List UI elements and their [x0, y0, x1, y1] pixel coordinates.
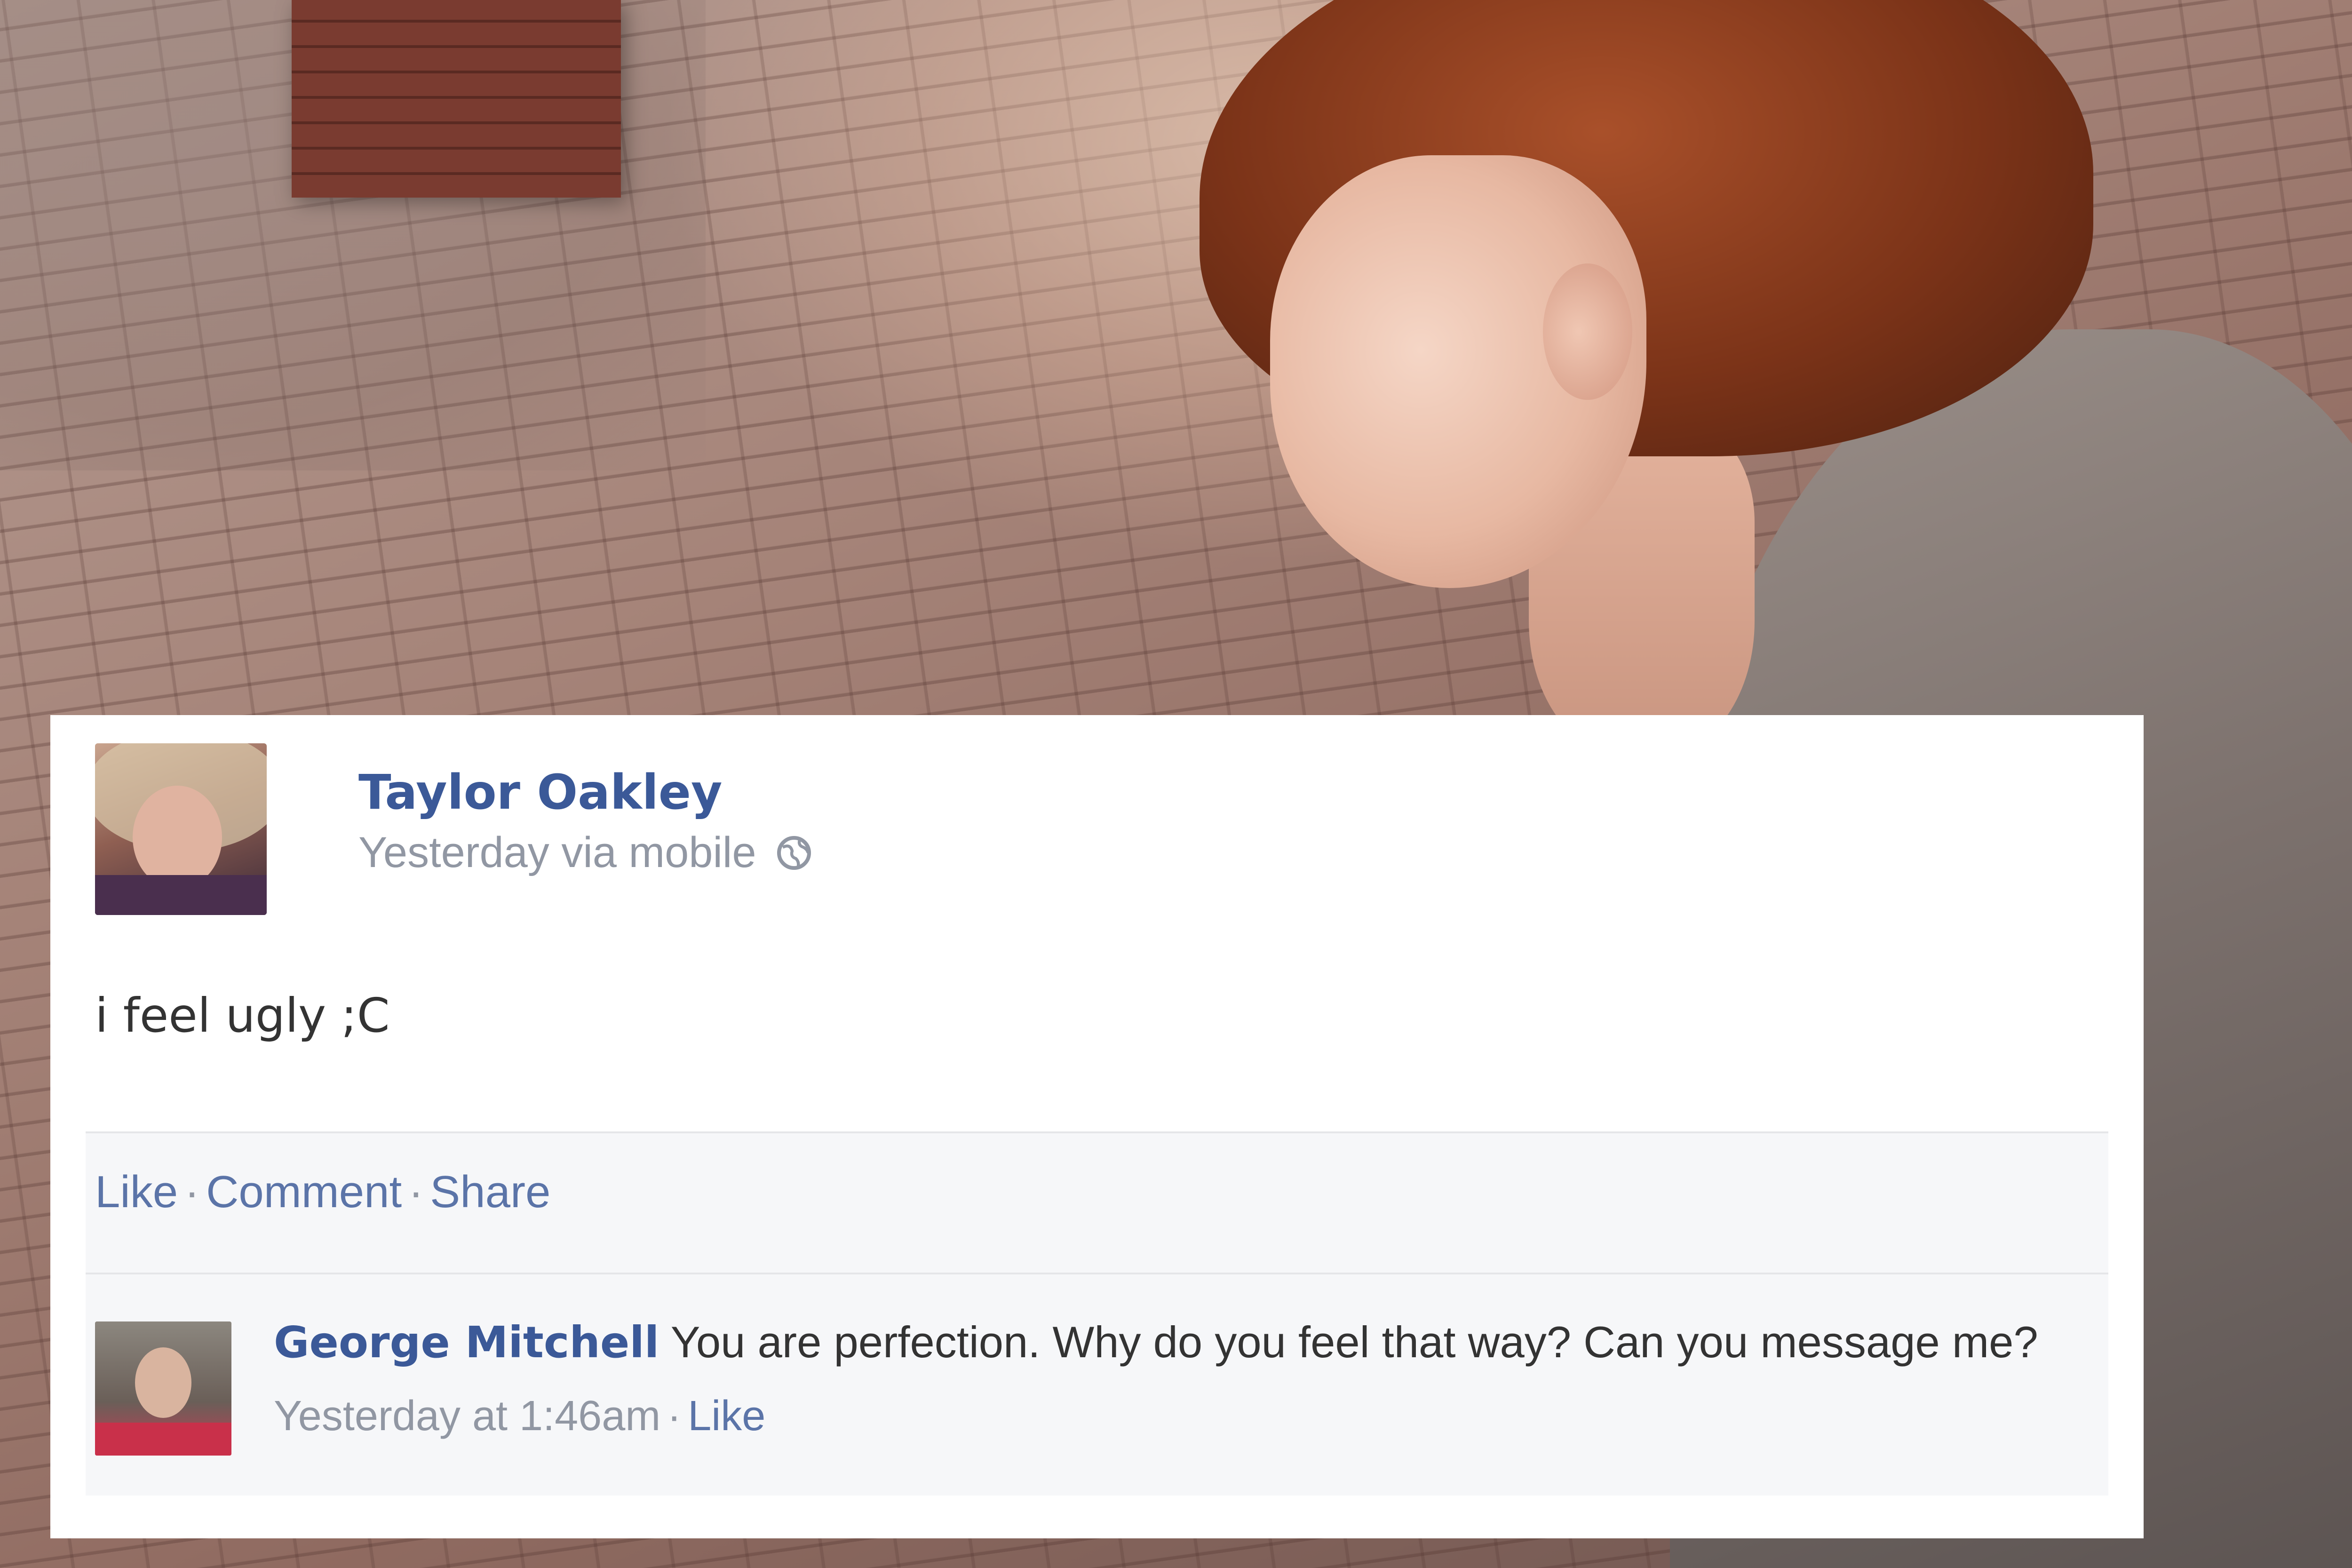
commenter-avatar[interactable]: [95, 1321, 231, 1456]
post-timestamp: Yesterday via mobile: [358, 828, 813, 877]
like-button[interactable]: Like: [95, 1167, 178, 1217]
comment-meta: Yesterday at 1:46am · Like: [274, 1392, 765, 1441]
comment-content: George Mitchell You are perfection. Why …: [274, 1317, 2038, 1368]
brick-pillar: [292, 0, 621, 198]
share-button[interactable]: Share: [430, 1167, 550, 1217]
person-ear: [1543, 263, 1632, 400]
facebook-post-card: Taylor Oakley Yesterday via mobile i fee…: [50, 715, 2144, 1538]
comment-like-button[interactable]: Like: [688, 1393, 765, 1440]
author-avatar[interactable]: [95, 743, 267, 915]
post-actions-bar: Like · Comment · Share: [86, 1131, 2108, 1274]
action-separator: ·: [184, 1167, 200, 1217]
commenter-name-link[interactable]: George Mitchell: [274, 1317, 659, 1368]
post-actions: Like · Comment · Share: [95, 1166, 550, 1218]
post-body-text: i feel ugly ;C: [95, 988, 390, 1043]
comment-text: You are perfection. Why do you feel that…: [670, 1317, 2038, 1367]
comment-meta-separator: ·: [667, 1393, 682, 1440]
comment-button[interactable]: Comment: [206, 1167, 402, 1217]
comment-timestamp[interactable]: Yesterday at 1:46am: [274, 1393, 660, 1440]
post-header: Taylor Oakley Yesterday via mobile: [95, 743, 2118, 915]
comment-item: George Mitchell You are perfection. Why …: [86, 1273, 2108, 1496]
post-timestamp-text[interactable]: Yesterday via mobile: [358, 828, 756, 877]
author-name-link[interactable]: Taylor Oakley: [358, 764, 722, 820]
globe-icon[interactable]: [775, 834, 813, 872]
action-separator: ·: [408, 1167, 424, 1217]
